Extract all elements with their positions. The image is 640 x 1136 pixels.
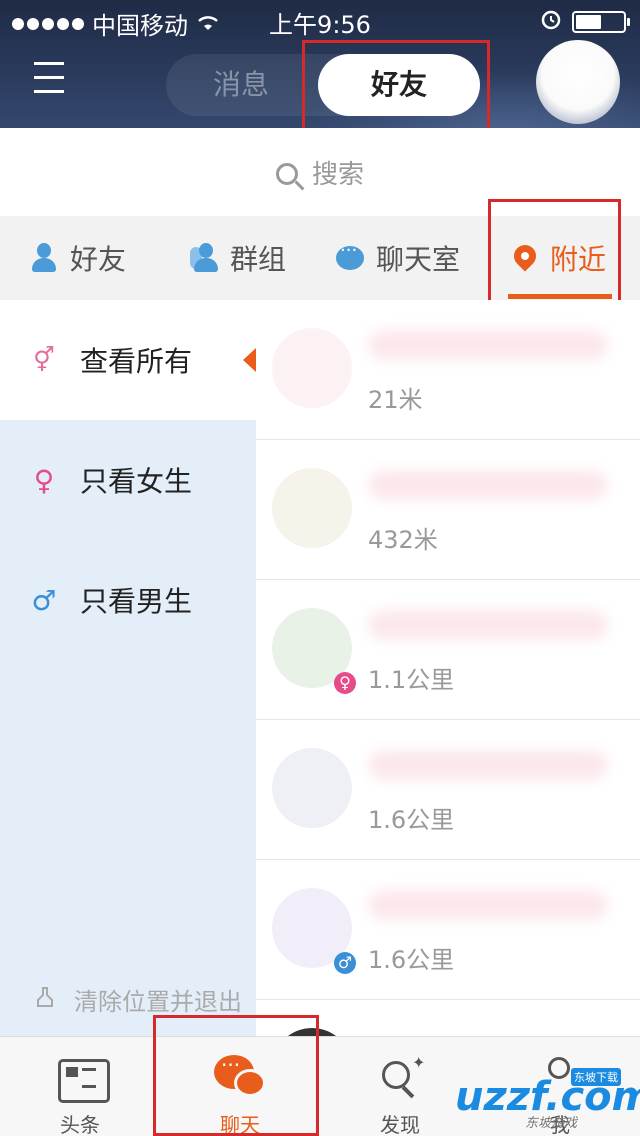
tab-nearby[interactable]: 附近 — [509, 216, 607, 300]
news-icon — [58, 1059, 110, 1103]
battery-level — [576, 15, 601, 29]
category-tabs: 好友 群组 聊天室 附近 — [0, 216, 640, 300]
tab-chat-room[interactable]: 聊天室 — [336, 216, 460, 300]
alarm-icon — [540, 8, 562, 36]
tab-groups[interactable]: 群组 — [190, 216, 286, 300]
nav-label: 发现 — [380, 1113, 420, 1136]
avatar — [272, 748, 352, 828]
tab-label: 附近 — [550, 243, 607, 276]
distance: 21米 — [368, 386, 423, 414]
list-item[interactable]: ♀ 1.1公里 — [256, 580, 640, 720]
nav-headlines[interactable]: 头条 — [0, 1037, 160, 1136]
distance: 432米 — [368, 526, 438, 554]
blurred-username — [368, 330, 608, 360]
menu-icon-line — [34, 76, 64, 79]
nearby-user-list: 21米 432米 ♀ 1.1公里 1.6公里 ♂ 1.6公里 — [256, 300, 640, 1036]
tab-label: 群组 — [230, 243, 287, 276]
filter-label: 只看男生 — [80, 585, 193, 618]
status-bar: 中国移动 上午9:56 — [0, 0, 640, 40]
header-segmented-control: 消息 好友 — [166, 54, 480, 116]
gender-all-icon: ⚥ — [33, 346, 55, 374]
tab-label: 聊天室 — [376, 243, 461, 276]
discover-icon: ✦ — [374, 1053, 426, 1099]
tab-friends[interactable]: 好友 — [318, 54, 480, 116]
filter-label: 只看女生 — [80, 465, 193, 498]
broom-icon — [34, 986, 56, 1014]
tab-messages[interactable]: 消息 — [166, 54, 316, 116]
nav-chat[interactable]: 聊天 — [160, 1037, 320, 1136]
group-icon — [190, 243, 218, 273]
nav-label: 聊天 — [220, 1113, 260, 1136]
female-icon: ♀ — [33, 463, 55, 497]
male-icon: ♂ — [334, 952, 356, 974]
search-placeholder: 搜索 — [311, 160, 364, 190]
nav-discover[interactable]: ✦ 发现 — [320, 1037, 480, 1136]
avatar — [272, 468, 352, 548]
search-icon — [275, 163, 298, 185]
chat-icon — [214, 1053, 266, 1099]
search-field[interactable]: 搜索 — [0, 154, 640, 191]
chat-room-icon — [336, 240, 364, 273]
tab-label: 好友 — [70, 243, 127, 276]
avatar — [272, 1028, 352, 1036]
list-item[interactable]: 21米 — [256, 300, 640, 440]
avatar — [272, 328, 352, 408]
menu-icon-line — [34, 62, 64, 65]
active-tab-indicator — [508, 294, 612, 299]
distance: 1.1公里 — [368, 666, 455, 694]
list-item[interactable]: ♂ 1.6公里 — [256, 860, 640, 1000]
filter-view-all[interactable]: ⚥ 查看所有 — [0, 300, 256, 420]
menu-icon-line — [34, 90, 64, 93]
status-right — [540, 8, 630, 36]
profile-avatar[interactable] — [536, 40, 620, 124]
list-item[interactable] — [256, 1000, 640, 1036]
distance: 1.6公里 — [368, 946, 455, 974]
location-pin-icon — [509, 240, 541, 273]
distance: 1.6公里 — [368, 806, 455, 834]
person-icon — [30, 243, 58, 273]
me-icon — [534, 1055, 586, 1099]
clear-location-button[interactable]: 清除位置并退出 — [34, 982, 256, 1017]
search-bar[interactable]: 搜索 — [0, 128, 640, 216]
blurred-username — [368, 470, 608, 500]
selected-caret-icon — [243, 348, 256, 372]
bottom-tab-bar: 头条 聊天 ✦ 发现 我 — [0, 1036, 640, 1136]
blurred-username — [368, 890, 608, 920]
app-header: 中国移动 上午9:56 消息 好友 — [0, 0, 640, 128]
blurred-username — [368, 610, 608, 640]
filter-male-only[interactable]: ♂ 只看男生 — [0, 540, 256, 660]
filter-label: 查看所有 — [80, 345, 193, 378]
nav-label: 头条 — [60, 1113, 100, 1136]
clear-location-label: 清除位置并退出 — [74, 988, 242, 1016]
female-icon: ♀ — [334, 672, 356, 694]
male-icon: ♂ — [31, 583, 57, 617]
blurred-username — [368, 750, 608, 780]
tab-friends-list[interactable]: 好友 — [30, 216, 126, 300]
list-item[interactable]: 1.6公里 — [256, 720, 640, 860]
menu-button[interactable] — [34, 62, 64, 96]
nav-label: 我 — [550, 1113, 570, 1136]
gender-filter-panel: ⚥ 查看所有 ♀ 只看女生 ♂ 只看男生 — [0, 300, 256, 1036]
battery-icon — [572, 11, 630, 33]
list-item[interactable]: 432米 — [256, 440, 640, 580]
nav-me[interactable]: 我 — [480, 1037, 640, 1136]
filter-female-only[interactable]: ♀ 只看女生 — [0, 420, 256, 540]
